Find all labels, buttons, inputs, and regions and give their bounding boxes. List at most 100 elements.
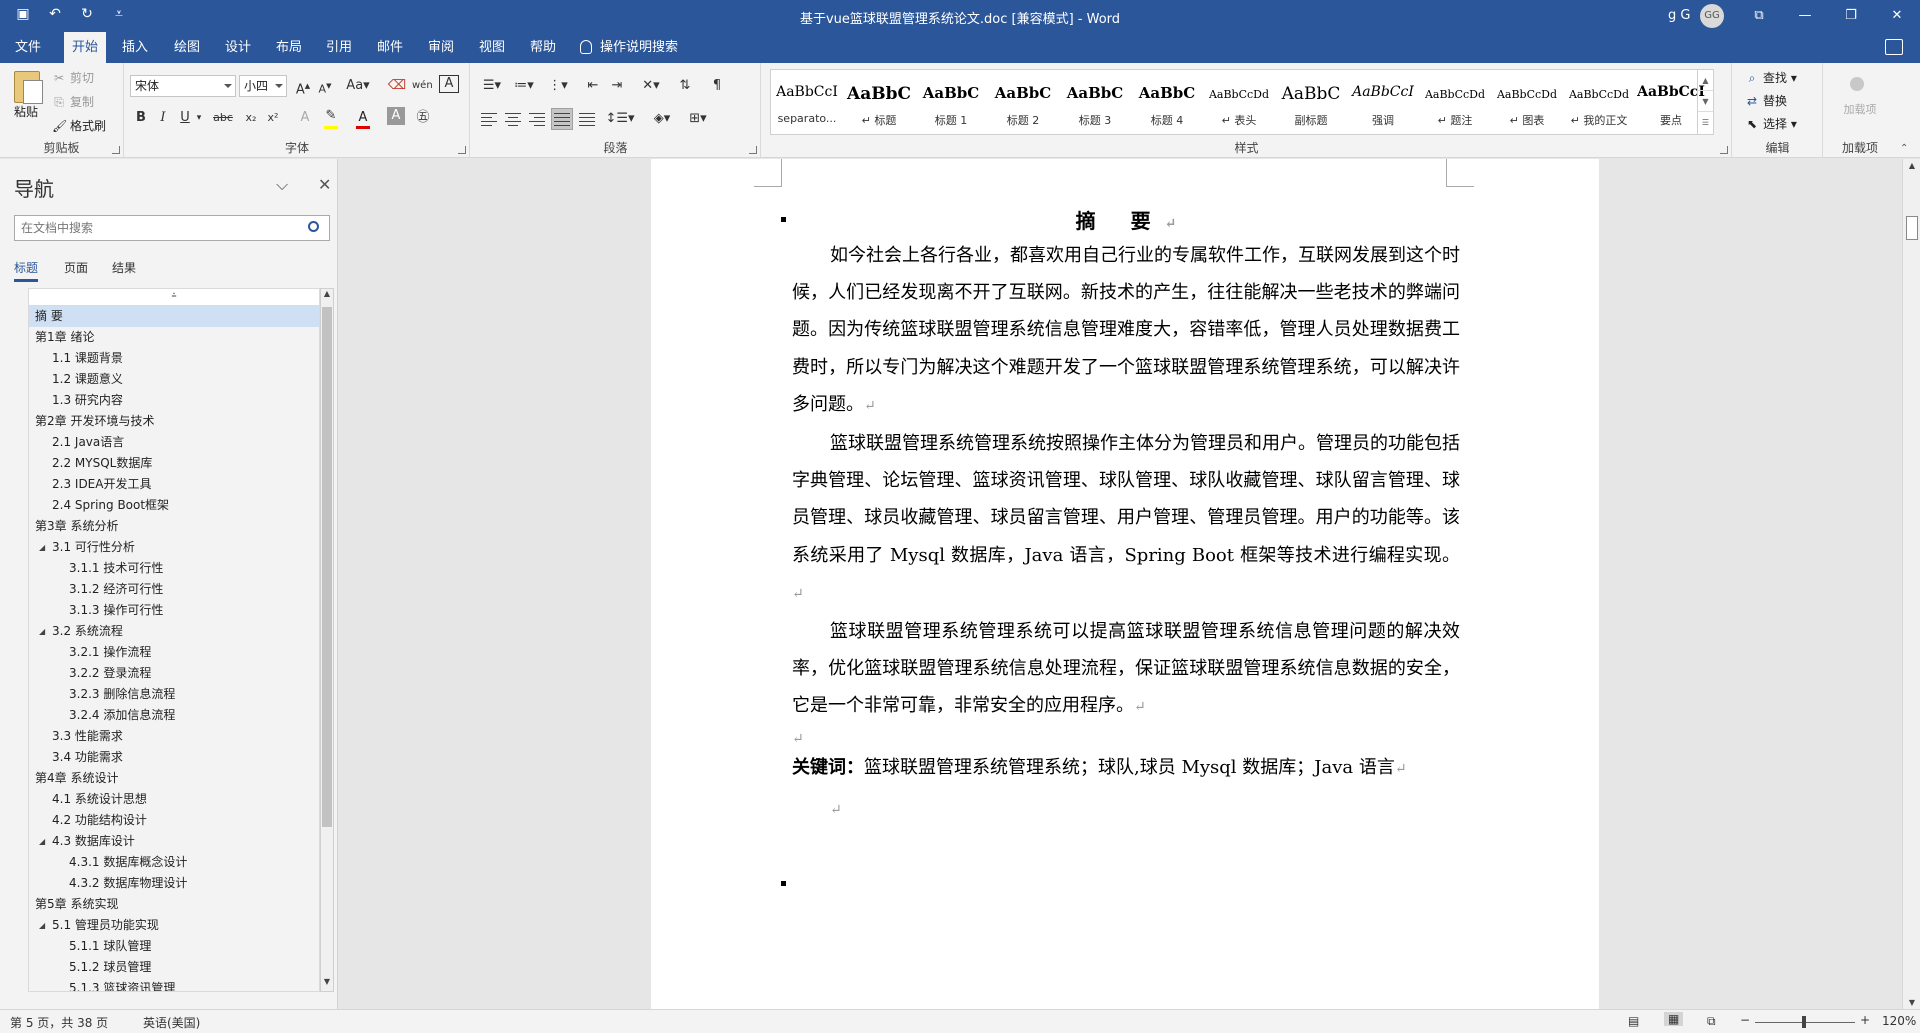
- decrease-indent-icon[interactable]: ⇤: [583, 75, 603, 97]
- style-gallery-item[interactable]: AaBbCcDd ↵ 表头: [1203, 70, 1275, 134]
- restore-icon[interactable]: ❐: [1828, 0, 1874, 32]
- underline-button[interactable]: U: [175, 107, 195, 129]
- expand-triangle-icon[interactable]: ◢: [39, 915, 45, 936]
- clipboard-launcher-icon[interactable]: [112, 146, 120, 154]
- nav-tab-results[interactable]: 结果: [112, 259, 136, 276]
- nav-heading-item[interactable]: 3.3 性能需求: [29, 726, 319, 747]
- nav-heading-item[interactable]: 摘 要: [29, 306, 319, 327]
- style-gallery-item[interactable]: AaBbCcI 强调: [1347, 70, 1419, 134]
- nav-heading-item[interactable]: 1.1 课题背景: [29, 348, 319, 369]
- nav-heading-item[interactable]: 4.1 系统设计思想: [29, 789, 319, 810]
- cut-button[interactable]: ✂ 剪切: [52, 69, 94, 86]
- zoom-out-button[interactable]: −: [1740, 1013, 1750, 1027]
- nav-scroll-thumb[interactable]: [322, 307, 332, 827]
- grow-font-icon[interactable]: A▲: [293, 75, 313, 97]
- read-mode-icon[interactable]: ▤: [1628, 1014, 1639, 1028]
- style-gallery-item[interactable]: AaBbC 副标题: [1275, 70, 1347, 134]
- subscript-button[interactable]: x₂: [241, 107, 261, 129]
- language-indicator[interactable]: 英语(美国): [143, 1014, 200, 1031]
- nav-heading-item[interactable]: ◢第2章 开发环境与技术: [29, 411, 319, 432]
- nav-search-input[interactable]: 在文档中搜索: [14, 215, 330, 241]
- nav-heading-item[interactable]: 4.2 功能结构设计: [29, 810, 319, 831]
- select-button[interactable]: ⬉ 选择 ▾: [1745, 115, 1797, 132]
- style-gallery-item[interactable]: AaBbCcDd ↵ 题注: [1419, 70, 1491, 134]
- gallery-more-icon[interactable]: ☰: [1698, 112, 1713, 133]
- multilevel-list-icon[interactable]: ⋮▾: [545, 75, 571, 97]
- nav-tab-headings[interactable]: 标题: [14, 259, 39, 282]
- nav-heading-item[interactable]: 2.4 Spring Boot框架: [29, 495, 319, 516]
- nav-heading-item[interactable]: ◢ 4.3 数据库设计: [29, 831, 319, 852]
- italic-button[interactable]: I: [153, 107, 173, 129]
- bold-button[interactable]: B: [131, 107, 151, 129]
- collapse-all-icon[interactable]: ⩮: [29, 289, 319, 306]
- expand-triangle-icon[interactable]: ◢: [39, 621, 45, 642]
- sort-icon[interactable]: ⇅: [675, 75, 695, 97]
- zoom-slider-thumb[interactable]: [1802, 1016, 1806, 1028]
- print-layout-icon[interactable]: ▦: [1664, 1012, 1684, 1026]
- nav-heading-item[interactable]: 3.4 功能需求: [29, 747, 319, 768]
- avatar[interactable]: GG: [1700, 4, 1724, 28]
- nav-heading-item[interactable]: 2.1 Java语言: [29, 432, 319, 453]
- tell-me-search[interactable]: 操作说明搜索: [580, 32, 678, 63]
- copy-button[interactable]: ⎘ 复制: [52, 93, 94, 110]
- replace-button[interactable]: ⇄ 替换: [1745, 92, 1787, 109]
- search-icon[interactable]: [308, 221, 319, 232]
- distributed-icon[interactable]: [579, 111, 597, 127]
- bullets-icon[interactable]: ☰▾: [479, 75, 505, 97]
- superscript-button[interactable]: x²: [263, 107, 283, 129]
- zoom-level[interactable]: 120%: [1882, 1014, 1916, 1028]
- page-count[interactable]: 第 5 页，共 38 页: [10, 1014, 108, 1031]
- gallery-down-icon[interactable]: ▼: [1698, 91, 1713, 112]
- collapse-ribbon-icon[interactable]: ⌃: [1900, 143, 1908, 154]
- tab-review[interactable]: 审阅: [420, 32, 462, 63]
- nav-heading-item[interactable]: 3.1.1 技术可行性: [29, 558, 319, 579]
- scroll-up-icon[interactable]: ▲: [321, 289, 333, 303]
- underline-dropdown-icon[interactable]: ▾: [193, 107, 205, 129]
- addins-button[interactable]: 加载项: [1830, 103, 1890, 117]
- nav-heading-item[interactable]: 3.2.1 操作流程: [29, 642, 319, 663]
- increase-indent-icon[interactable]: ⇥: [607, 75, 627, 97]
- close-icon[interactable]: ✕: [1874, 0, 1920, 32]
- highlight-icon[interactable]: ✎: [321, 105, 341, 127]
- nav-heading-item[interactable]: 5.1.2 球员管理: [29, 957, 319, 978]
- user-name[interactable]: g G: [1668, 8, 1690, 23]
- nav-scrollbar[interactable]: ▲ ▼: [320, 288, 334, 992]
- nav-tab-pages[interactable]: 页面: [64, 259, 88, 276]
- nav-heading-item[interactable]: 3.2.2 登录流程: [29, 663, 319, 684]
- document-scrollbar[interactable]: ▲ ▼: [1902, 159, 1920, 1009]
- align-left-icon[interactable]: [481, 111, 499, 127]
- nav-heading-item[interactable]: ◢第5章 系统实现: [29, 894, 319, 915]
- shrink-font-icon[interactable]: A▼: [315, 75, 335, 97]
- tab-design[interactable]: 设计: [217, 32, 259, 63]
- justify-icon[interactable]: [551, 108, 573, 130]
- paste-icon[interactable]: [14, 71, 43, 104]
- format-painter-button[interactable]: 🖌 格式刷: [52, 117, 106, 134]
- nav-heading-item[interactable]: 3.2.4 添加信息流程: [29, 705, 319, 726]
- tab-file[interactable]: 文件: [0, 32, 56, 63]
- change-case-button[interactable]: Aa▾: [345, 75, 371, 97]
- nav-heading-item[interactable]: ◢ 3.2 系统流程: [29, 621, 319, 642]
- tab-view[interactable]: 视图: [471, 32, 513, 63]
- nav-heading-item[interactable]: 4.3.2 数据库物理设计: [29, 873, 319, 894]
- style-gallery-item[interactable]: AaBbC ↵ 标题: [843, 70, 915, 134]
- style-gallery-item[interactable]: AaBbCcI separato...: [771, 70, 843, 134]
- nav-heading-item[interactable]: ◢第1章 绪论: [29, 327, 319, 348]
- nav-heading-item[interactable]: 2.3 IDEA开发工具: [29, 474, 319, 495]
- font-name-combo[interactable]: 宋体: [130, 75, 236, 97]
- nav-heading-item[interactable]: 3.2.3 删除信息流程: [29, 684, 319, 705]
- scroll-up-icon[interactable]: ▲: [1905, 161, 1919, 170]
- nav-heading-item[interactable]: 4.3.1 数据库概念设计: [29, 852, 319, 873]
- paragraph-launcher-icon[interactable]: [749, 146, 757, 154]
- tab-insert[interactable]: 插入: [114, 32, 156, 63]
- scroll-down-icon[interactable]: ▼: [321, 977, 333, 991]
- nav-heading-item[interactable]: 2.2 MYSQL数据库: [29, 453, 319, 474]
- phonetic-guide-icon[interactable]: wén: [412, 75, 433, 97]
- ribbon-display-options-icon[interactable]: ⧉: [1736, 0, 1782, 32]
- zoom-in-button[interactable]: +: [1860, 1013, 1870, 1027]
- nav-heading-item[interactable]: 1.3 研究内容: [29, 390, 319, 411]
- line-spacing-icon[interactable]: ↕☰▾: [605, 108, 635, 130]
- tab-draw[interactable]: 绘图: [166, 32, 208, 63]
- style-gallery-item[interactable]: AaBbC 标题 2: [987, 70, 1059, 134]
- tab-mailings[interactable]: 邮件: [369, 32, 411, 63]
- character-border-icon[interactable]: A: [439, 75, 459, 93]
